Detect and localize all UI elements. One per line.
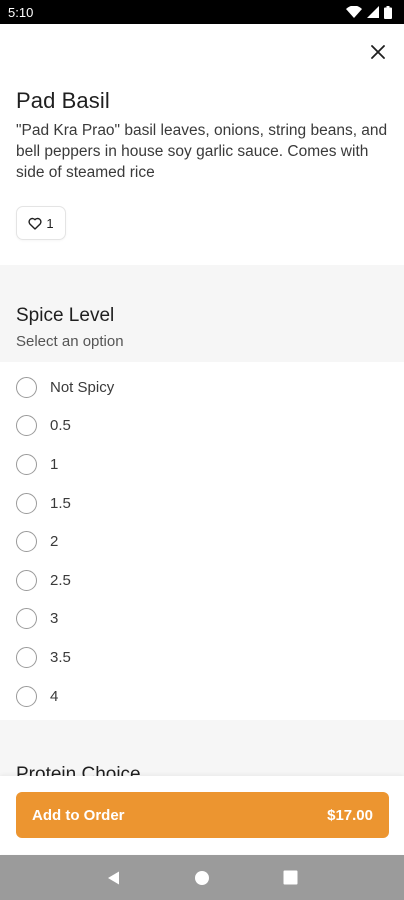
radio-button[interactable]	[16, 569, 37, 591]
section-title: Spice Level	[16, 305, 115, 326]
close-button[interactable]	[364, 38, 392, 66]
add-to-order-button[interactable]: Add to Order $17.00	[16, 792, 389, 838]
like-count: 1	[46, 215, 54, 231]
radio-button[interactable]	[16, 415, 37, 437]
radio-button[interactable]	[16, 453, 37, 475]
status-time: 5:10	[8, 4, 34, 20]
wifi-icon	[346, 6, 362, 18]
option-label: 3.5	[50, 648, 71, 666]
back-icon	[108, 871, 120, 884]
price-label: $17.00	[327, 806, 373, 824]
recents-icon	[283, 870, 298, 885]
option-label: 0.5	[50, 417, 71, 435]
item-title: Pad Basil	[16, 88, 110, 113]
spice-options-list: Not Spicy 0.5 1 1.5 2 2.5 3 3.5 4	[0, 368, 404, 715]
option-label: Not Spicy	[50, 378, 115, 396]
item-description: "Pad Kra Prao" basil leaves, onions, str…	[16, 122, 388, 181]
radio-button[interactable]	[16, 531, 37, 553]
home-icon	[195, 870, 210, 885]
order-footer: Add to Order $17.00	[0, 776, 404, 854]
protein-choice-header: Protein Choice	[0, 720, 404, 780]
option-label: 1.5	[50, 494, 71, 512]
option-not-spicy[interactable]: Not Spicy	[0, 368, 404, 407]
option-label: 4	[50, 687, 59, 705]
status-bar: 5:10	[0, 0, 404, 24]
option-2[interactable]: 2	[0, 522, 404, 561]
radio-button[interactable]	[16, 608, 37, 630]
radio-button[interactable]	[16, 685, 37, 707]
option-3[interactable]: 3	[0, 600, 404, 639]
radio-button[interactable]	[16, 376, 37, 398]
add-to-order-label: Add to Order	[32, 806, 125, 824]
spice-level-header: Spice Level Select an option	[0, 265, 404, 362]
close-icon	[371, 45, 385, 59]
radio-button[interactable]	[16, 492, 37, 514]
option-label: 2.5	[50, 571, 71, 589]
battery-icon	[384, 5, 392, 19]
heart-icon	[28, 217, 42, 230]
option-2-5[interactable]: 2.5	[0, 561, 404, 600]
status-icons	[346, 5, 392, 19]
system-nav-bar	[0, 855, 404, 900]
option-1[interactable]: 1	[0, 445, 404, 484]
option-3-5[interactable]: 3.5	[0, 638, 404, 677]
section-subtitle: Select an option	[16, 333, 124, 350]
option-1-5[interactable]: 1.5	[0, 484, 404, 523]
home-button[interactable]	[194, 870, 210, 886]
option-label: 1	[50, 455, 59, 473]
radio-button[interactable]	[16, 646, 37, 668]
option-label: 2	[50, 533, 59, 551]
signal-icon	[367, 6, 379, 18]
like-button[interactable]: 1	[16, 206, 66, 240]
option-4[interactable]: 4	[0, 677, 404, 716]
option-label: 3	[50, 610, 59, 628]
option-0-5[interactable]: 0.5	[0, 407, 404, 446]
recents-button[interactable]	[283, 870, 298, 885]
back-button[interactable]	[106, 870, 122, 886]
